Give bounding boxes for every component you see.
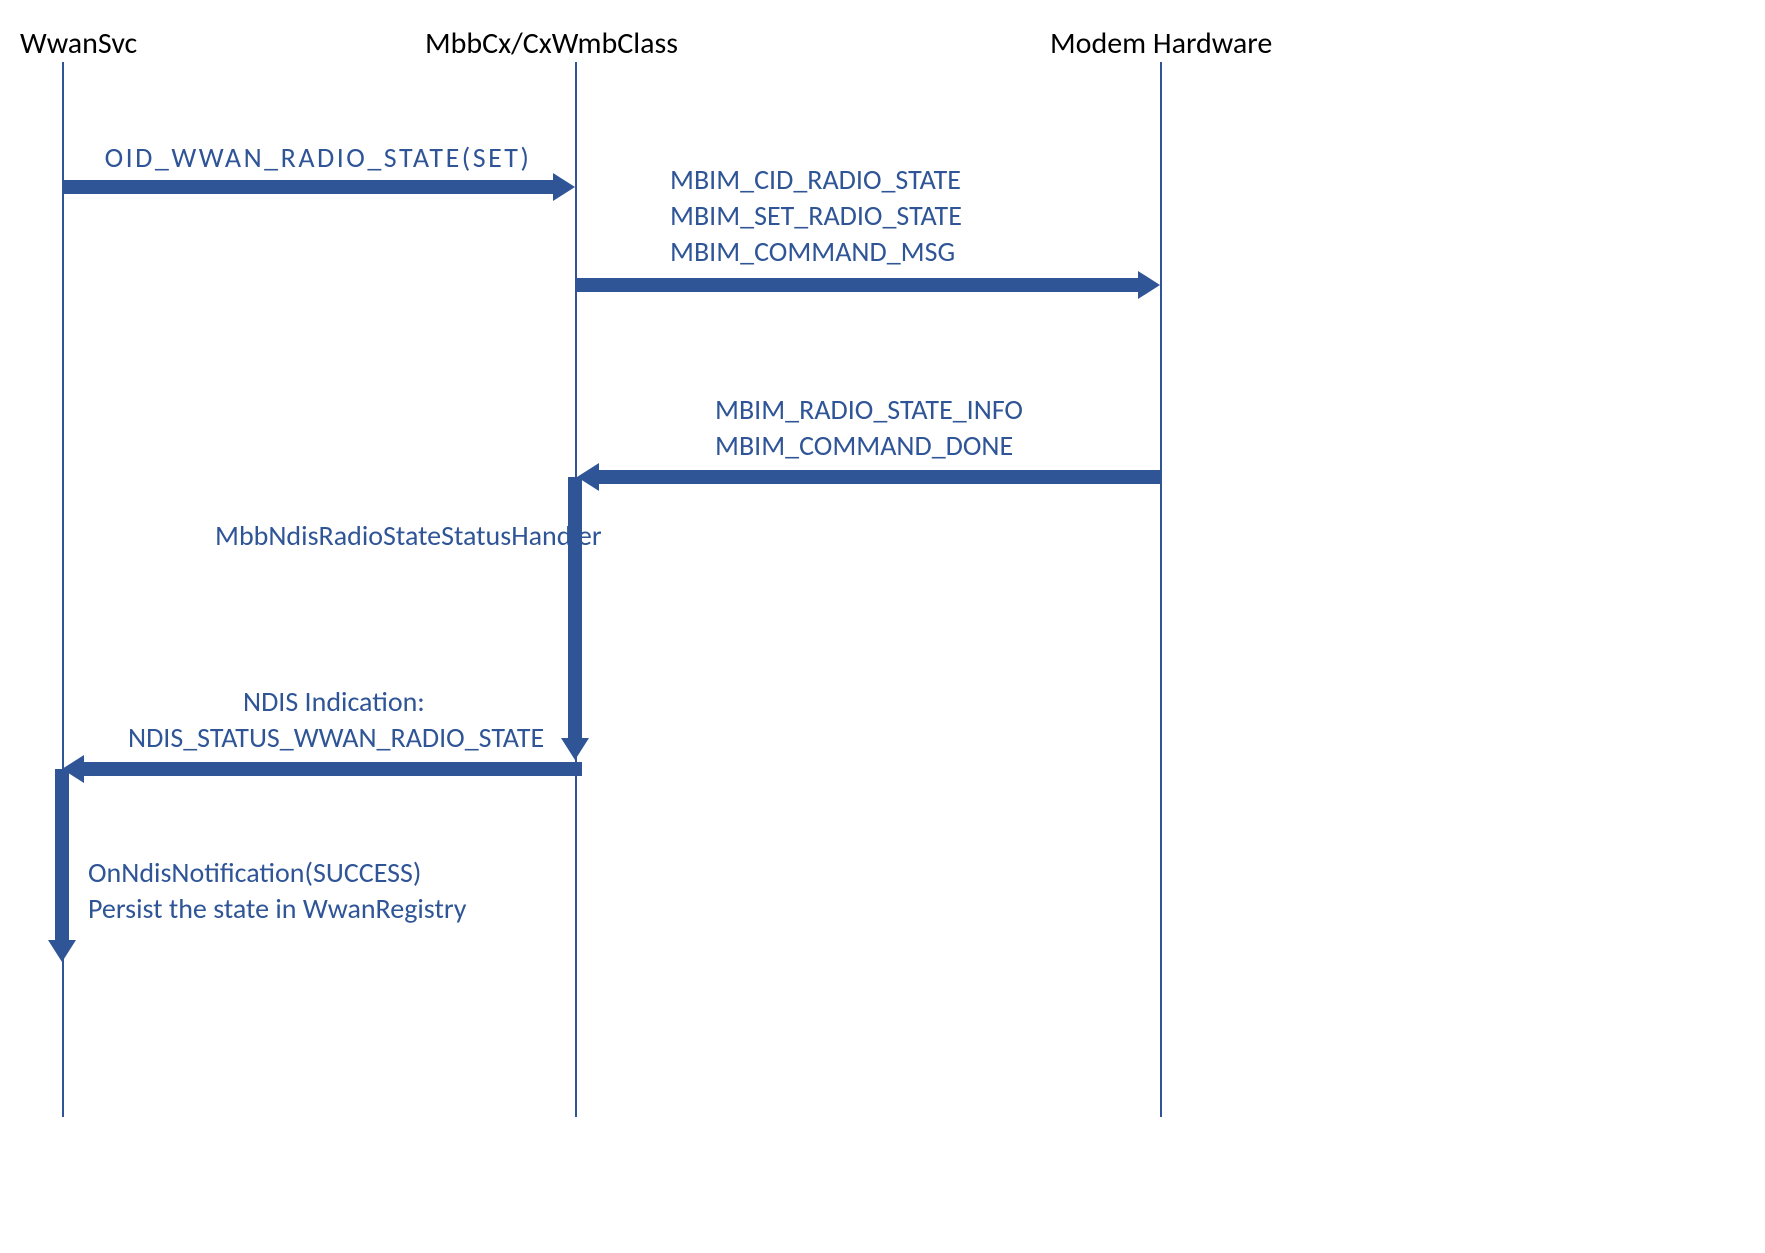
arrow-ndis-indication	[80, 762, 582, 776]
label-mbim-info: MBIM_RADIO_STATE_INFO	[715, 392, 1023, 427]
arrow-mbim-cmd	[576, 278, 1142, 292]
label-mbim-msg: MBIM_COMMAND_MSG	[670, 234, 955, 269]
label-ndis-ind2: NDIS_STATUS_WWAN_RADIO_STATE	[128, 720, 544, 755]
participant-modem: Modem Hardware	[1050, 25, 1272, 62]
label-mbim-cid: MBIM_CID_RADIO_STATE	[670, 162, 961, 197]
lifeline-modem	[1160, 62, 1162, 1117]
arrow-mbim-done	[595, 470, 1161, 484]
label-ndis-ind1: NDIS Indication:	[243, 684, 425, 719]
label-mbim-done: MBIM_COMMAND_DONE	[715, 428, 1013, 463]
label-oid-set: OID_WWAN_RADIO_STATE(SET)	[105, 140, 532, 175]
participant-mbbcx: MbbCx/CxWmbClass	[425, 25, 678, 62]
sequence-diagram: WwanSvc MbbCx/CxWmbClass Modem Hardware …	[0, 0, 1765, 1253]
arrow-persist	[55, 769, 69, 944]
label-notify2: Persist the state in WwanRegistry	[88, 891, 466, 926]
participant-wwansvc: WwanSvc	[20, 25, 137, 62]
arrow-handler	[568, 477, 582, 742]
label-handler: MbbNdisRadioStateStatusHandler	[215, 518, 602, 553]
label-mbim-set: MBIM_SET_RADIO_STATE	[670, 198, 962, 233]
arrow-oid-set	[62, 180, 557, 194]
label-notify1: OnNdisNotification(SUCCESS)	[88, 855, 421, 890]
